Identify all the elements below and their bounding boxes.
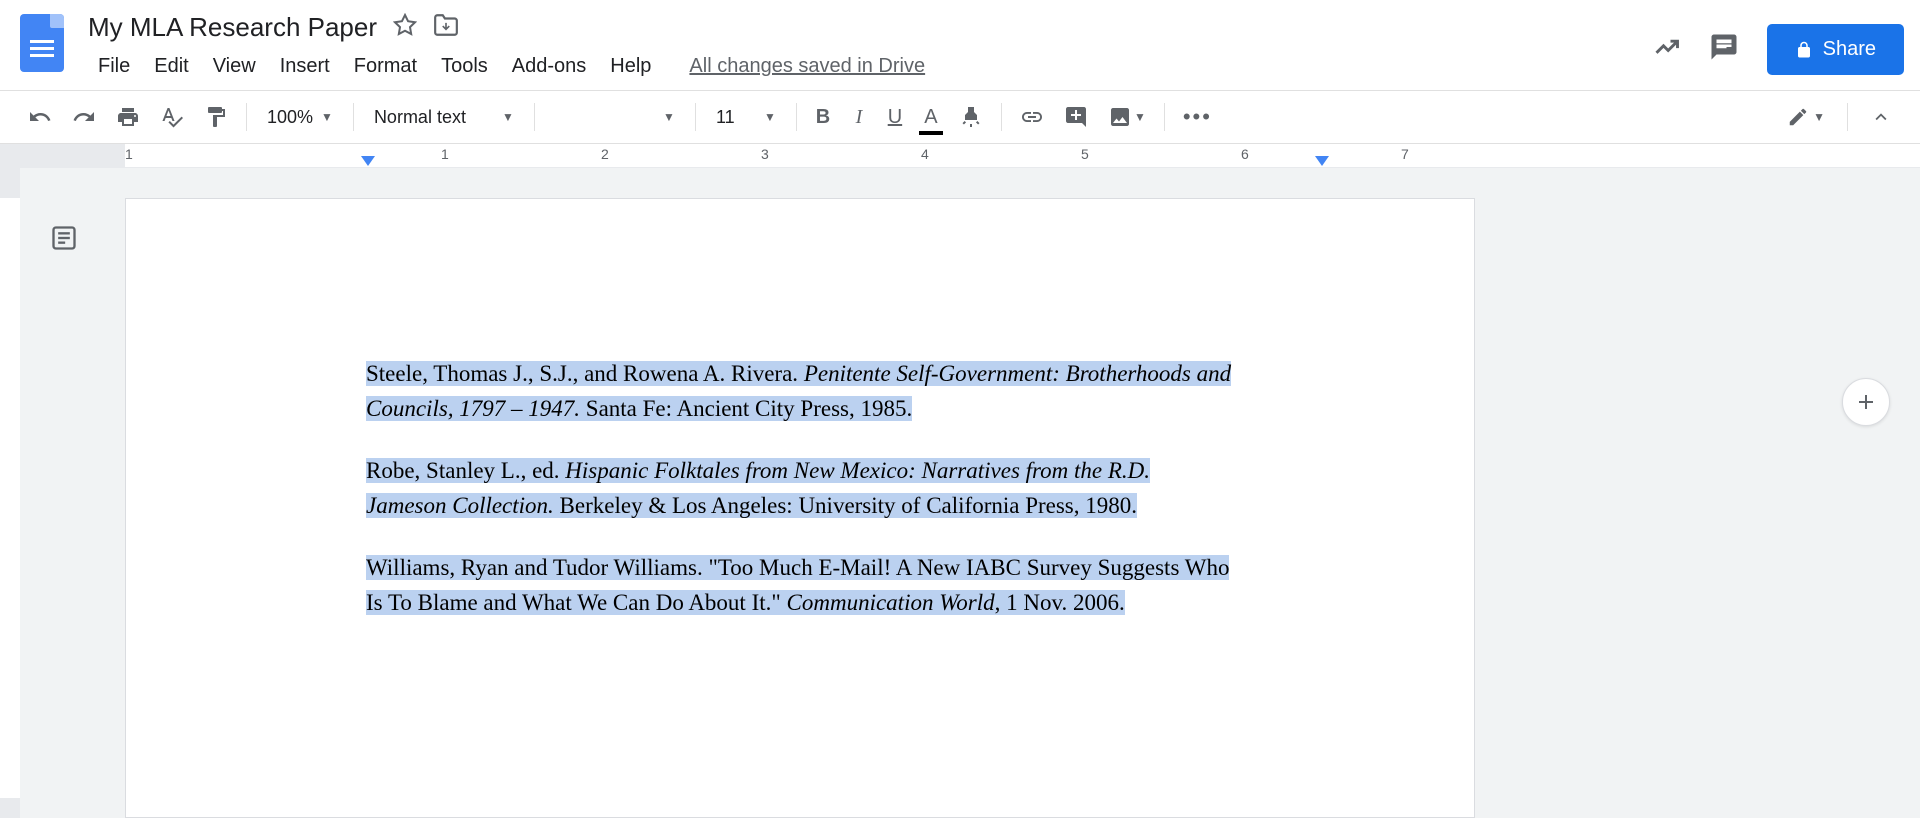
separator bbox=[534, 103, 535, 131]
document-content[interactable]: Steele, Thomas J., S.J., and Rowena A. R… bbox=[366, 357, 1234, 620]
indent-marker-right[interactable] bbox=[1315, 156, 1329, 166]
bold-button[interactable]: B bbox=[807, 99, 839, 135]
separator bbox=[246, 103, 247, 131]
menu-file[interactable]: File bbox=[88, 51, 140, 82]
share-label: Share bbox=[1823, 38, 1876, 61]
underline-button[interactable]: U bbox=[879, 99, 911, 135]
color-swatch bbox=[919, 131, 943, 135]
citation-publication: Berkeley & Los Angeles: University of Ca… bbox=[554, 493, 1137, 518]
spellcheck-button[interactable] bbox=[152, 99, 192, 135]
header-content: My MLA Research Paper File Edit View Ins… bbox=[88, 8, 1653, 82]
ruler-margin-left bbox=[0, 144, 125, 167]
redo-button[interactable] bbox=[64, 99, 104, 135]
ruler-num: 1 bbox=[441, 146, 449, 162]
share-button[interactable]: Share bbox=[1767, 24, 1904, 75]
undo-button[interactable] bbox=[20, 99, 60, 135]
indent-marker-left[interactable] bbox=[361, 156, 375, 166]
docs-logo[interactable] bbox=[16, 8, 68, 78]
menu-tools[interactable]: Tools bbox=[431, 51, 498, 82]
editing-mode-button[interactable]: ▼ bbox=[1779, 99, 1833, 135]
style-select[interactable]: Normal text ▼ bbox=[364, 101, 524, 134]
dropdown-arrow-icon: ▼ bbox=[764, 110, 776, 124]
menu-addons[interactable]: Add-ons bbox=[502, 51, 597, 82]
separator bbox=[796, 103, 797, 131]
menu-edit[interactable]: Edit bbox=[144, 51, 198, 82]
menu-bar: File Edit View Insert Format Tools Add-o… bbox=[88, 43, 1653, 82]
toolbar: 100% ▼ Normal text ▼ ▼ 11 ▼ B I U A ▼ ••… bbox=[0, 90, 1920, 144]
citation-publication: Santa Fe: Ancient City Press, 1985. bbox=[580, 396, 912, 421]
separator bbox=[1847, 103, 1848, 131]
citation-entry: Robe, Stanley L., ed. Hispanic Folktales… bbox=[366, 454, 1234, 523]
ruler-num: 3 bbox=[761, 146, 769, 162]
comment-button[interactable] bbox=[1056, 99, 1096, 135]
ruler-num: 2 bbox=[601, 146, 609, 162]
menu-help[interactable]: Help bbox=[600, 51, 661, 82]
citation-title: Communication World bbox=[787, 590, 995, 615]
font-select[interactable]: ▼ bbox=[545, 104, 685, 130]
citation-author: Robe, Stanley L., ed. bbox=[366, 458, 565, 483]
ruler-num: 6 bbox=[1241, 146, 1249, 162]
collapse-button[interactable] bbox=[1862, 99, 1900, 135]
citation-author: Steele, Thomas J., S.J., and Rowena A. R… bbox=[366, 361, 804, 386]
outline-button[interactable] bbox=[44, 218, 84, 258]
activity-icon[interactable] bbox=[1653, 33, 1681, 66]
comments-icon[interactable] bbox=[1709, 32, 1739, 67]
italic-button[interactable]: I bbox=[843, 99, 875, 135]
separator bbox=[1164, 103, 1165, 131]
vertical-ruler-content bbox=[0, 198, 20, 798]
paint-format-button[interactable] bbox=[196, 99, 236, 135]
zoom-select[interactable]: 100% ▼ bbox=[257, 101, 343, 134]
vertical-ruler[interactable] bbox=[0, 168, 20, 818]
citation-entry: Steele, Thomas J., S.J., and Rowena A. R… bbox=[366, 357, 1234, 426]
ruler-num: 1 bbox=[125, 146, 133, 162]
header: My MLA Research Paper File Edit View Ins… bbox=[0, 0, 1920, 82]
toolbar-right: ▼ bbox=[1779, 99, 1900, 135]
dropdown-arrow-icon: ▼ bbox=[1813, 110, 1825, 124]
horizontal-ruler[interactable]: 1 1 2 3 4 5 6 7 bbox=[0, 144, 1920, 168]
style-value: Normal text bbox=[374, 107, 466, 128]
menu-view[interactable]: View bbox=[203, 51, 266, 82]
print-button[interactable] bbox=[108, 99, 148, 135]
image-button[interactable]: ▼ bbox=[1100, 99, 1154, 135]
menu-format[interactable]: Format bbox=[344, 51, 427, 82]
document-page[interactable]: Steele, Thomas J., S.J., and Rowena A. R… bbox=[125, 198, 1475, 818]
ruler-num: 5 bbox=[1081, 146, 1089, 162]
doc-title[interactable]: My MLA Research Paper bbox=[88, 12, 377, 43]
move-folder-icon[interactable] bbox=[433, 12, 459, 43]
menu-insert[interactable]: Insert bbox=[270, 51, 340, 82]
more-button[interactable]: ••• bbox=[1175, 99, 1220, 135]
ruler-numbers: 1 1 2 3 4 5 6 7 bbox=[125, 144, 1920, 167]
title-row: My MLA Research Paper bbox=[88, 8, 1653, 43]
separator bbox=[353, 103, 354, 131]
header-actions: Share bbox=[1653, 8, 1904, 75]
dropdown-arrow-icon: ▼ bbox=[663, 110, 675, 124]
link-button[interactable] bbox=[1012, 99, 1052, 135]
lock-icon bbox=[1795, 41, 1813, 59]
docs-icon bbox=[20, 14, 64, 72]
font-size-select[interactable]: 11 ▼ bbox=[706, 101, 786, 134]
star-icon[interactable] bbox=[393, 13, 417, 42]
separator bbox=[1001, 103, 1002, 131]
dropdown-arrow-icon: ▼ bbox=[1134, 110, 1146, 124]
dropdown-arrow-icon: ▼ bbox=[321, 110, 333, 124]
font-size-value: 11 bbox=[716, 107, 735, 128]
separator bbox=[695, 103, 696, 131]
citation-publication: , 1 Nov. 2006. bbox=[995, 590, 1125, 615]
zoom-value: 100% bbox=[267, 107, 313, 128]
explore-button[interactable] bbox=[1842, 378, 1890, 426]
highlight-button[interactable] bbox=[951, 99, 991, 135]
save-status[interactable]: All changes saved in Drive bbox=[689, 55, 925, 78]
ruler-num: 4 bbox=[921, 146, 929, 162]
dropdown-arrow-icon: ▼ bbox=[502, 110, 514, 124]
text-color-button[interactable]: A bbox=[915, 99, 947, 135]
ruler-num: 7 bbox=[1401, 146, 1409, 162]
document-area: Steele, Thomas J., S.J., and Rowena A. R… bbox=[0, 168, 1920, 818]
citation-entry: Williams, Ryan and Tudor Williams. "Too … bbox=[366, 551, 1234, 620]
